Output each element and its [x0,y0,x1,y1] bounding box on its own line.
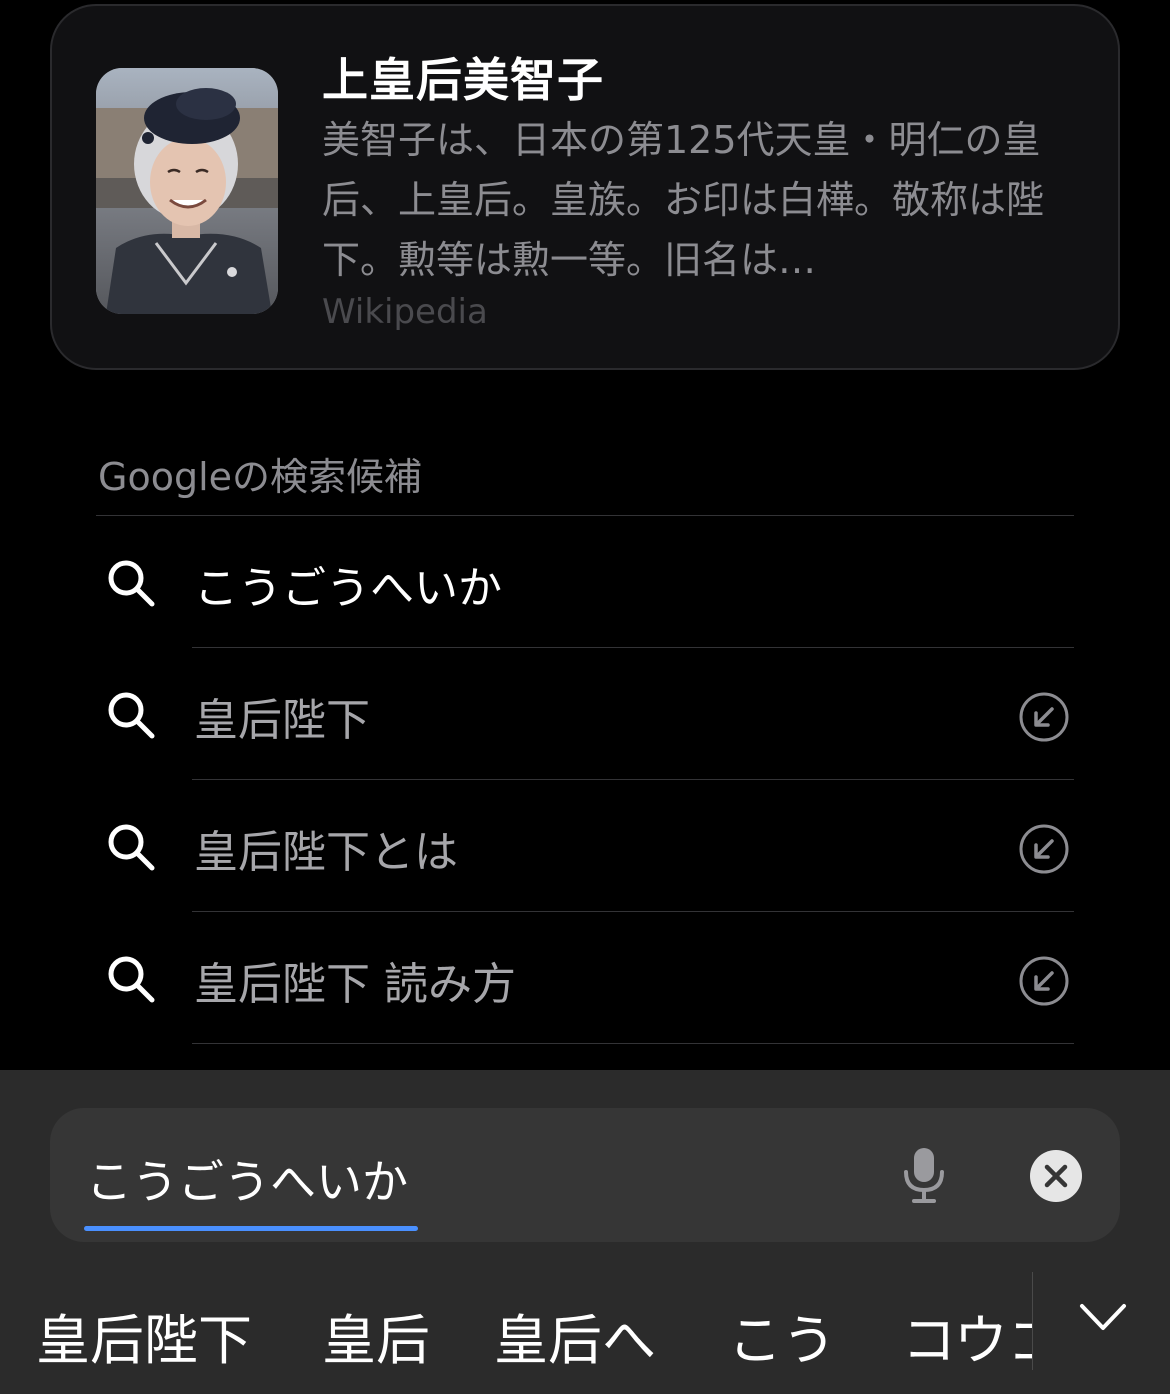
chevron-down-icon[interactable] [1078,1300,1128,1334]
suggestion-text: 皇后陛下 読み方 [194,959,516,1010]
divider [1032,1272,1033,1370]
card-title: 上皇后美智子 [322,53,604,107]
card-description: 美智子は、日本の第125代天皇・明仁の皇后、上皇后。皇族。お印は白樺。敬称は陛下… [322,118,1045,282]
knowledge-card[interactable]: 上皇后美智子 美智子は、日本の第125代天皇・明仁の皇后、上皇后。皇族。お印は白… [50,4,1120,370]
search-input[interactable]: こうごうへいか [50,1108,1120,1242]
suggestions-header: Googleの検索候補 [98,455,423,499]
divider [192,1043,1074,1044]
suggestion-row[interactable]: こうごうへいか [96,516,1074,648]
microphone-icon[interactable] [900,1146,948,1204]
fill-query-icon[interactable] [1018,823,1070,875]
suggestion-text: 皇后陛下とは [194,827,458,878]
clear-button[interactable] [1030,1150,1082,1202]
person-photo [96,68,278,314]
search-icon [108,692,155,739]
clear-icon [1044,1164,1068,1188]
fill-query-icon[interactable] [1018,691,1070,743]
suggestion-row[interactable]: 皇后陛下 [96,648,1074,780]
suggestion-text: こうごうへいか [194,563,502,614]
suggestion-row[interactable]: 皇后陛下 読み方 [96,912,1074,1044]
candidate-item[interactable]: 皇后へ [494,1296,656,1375]
candidate-item[interactable]: こう [728,1296,836,1375]
suggestion-text: 皇后陛下 [194,695,370,746]
card-source: Wikipedia [322,292,488,332]
candidate-item[interactable]: コウゴ [902,1296,1032,1375]
search-icon [108,824,155,871]
keyboard-panel: こうごうへいか 皇后陛下 皇后 皇后へ こう コウゴ [0,1070,1170,1394]
search-input-value[interactable]: こうごうへいか [86,1146,408,1216]
search-icon [108,956,155,1003]
search-icon [108,560,155,607]
candidate-item[interactable]: 皇后陛下 [36,1296,252,1375]
composition-underline [84,1226,418,1231]
conversion-candidate-bar: 皇后陛下 皇后 皇后へ こう コウゴ [0,1268,1170,1394]
candidate-item[interactable]: 皇后 [322,1296,430,1375]
fill-query-icon[interactable] [1018,955,1070,1007]
suggestion-row[interactable]: 皇后陛下とは [96,780,1074,912]
